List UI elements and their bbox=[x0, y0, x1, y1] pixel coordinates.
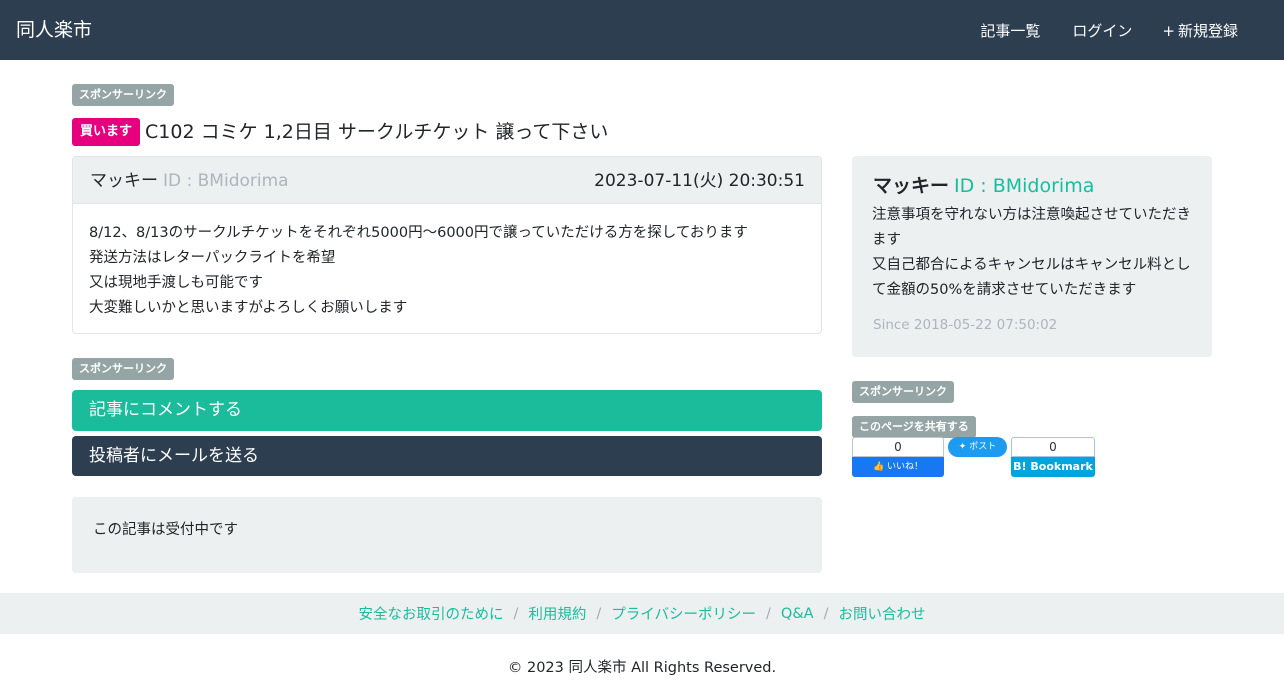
profile-header: マッキー ID : BMidorima bbox=[872, 172, 1192, 200]
post-title-row: 買います C102 コミケ 1,2日目 サークルチケット 譲って下さい bbox=[72, 118, 608, 146]
post-title: C102 コミケ 1,2日目 サークルチケット 譲って下さい bbox=[145, 121, 609, 143]
twitter-post-label: ポスト bbox=[969, 442, 997, 452]
profile-description-line: 又自己都合によるキャンセルはキャンセル料として金額の50%を請求させていただきま… bbox=[872, 257, 1191, 298]
nav-login-link[interactable]: ログイン bbox=[1070, 21, 1132, 41]
profile-id-link[interactable]: ID : BMidorima bbox=[954, 172, 1094, 200]
footer-link-privacy[interactable]: プライバシーポリシー bbox=[611, 603, 756, 624]
comment-button[interactable]: 記事にコメントする bbox=[72, 390, 822, 431]
twitter-bird-icon: ✦ bbox=[958, 442, 967, 452]
post-body: 8/12、8/13のサークルチケットをそれぞれ5000円〜6000円で譲っていた… bbox=[73, 204, 821, 333]
post-status-text: この記事は受付中です bbox=[93, 522, 238, 538]
share-label: このページを共有する bbox=[852, 416, 976, 438]
post-date-text: 2023-07-11(火) 20:30:51 bbox=[594, 171, 805, 191]
twitter-post-button[interactable]: ✦ ポスト bbox=[948, 437, 1007, 457]
profile-since-text: Since 2018-05-22 07:50:02 bbox=[873, 317, 1058, 333]
facebook-like-count: 0 bbox=[852, 437, 944, 457]
post-card-header: マッキー ID : BMidorima 2023-07-11(火) 20:30:… bbox=[73, 157, 821, 204]
footer-links: 安全なお取引のために / 利用規約 / プライバシーポリシー / Q&A / お… bbox=[0, 593, 1284, 634]
footer-link-terms[interactable]: 利用規約 bbox=[528, 603, 586, 624]
plus-icon: + bbox=[1162, 22, 1175, 40]
profile-description: 注意事項を守れない方は注意喚起させていただきます 又自己都合によるキャンセルはキャ… bbox=[872, 203, 1192, 303]
nav-articles-link[interactable]: 記事一覧 bbox=[978, 21, 1040, 41]
buy-badge: 買います bbox=[72, 118, 141, 146]
sponsor-badge-middle: スポンサーリンク bbox=[72, 358, 174, 380]
post-body-line: 又は現地手渡しも可能です bbox=[89, 275, 263, 291]
footer-separator: / bbox=[513, 605, 519, 622]
post-author-name: マッキー bbox=[90, 171, 158, 191]
footer-link-qa[interactable]: Q&A bbox=[781, 606, 814, 622]
send-mail-button[interactable]: 投稿者にメールを送る bbox=[72, 436, 822, 476]
sponsor-badge-right: スポンサーリンク bbox=[852, 381, 954, 403]
profile-panel: マッキー ID : BMidorima 注意事項を守れない方は注意喚起させていた… bbox=[852, 156, 1212, 357]
footer-link-safety[interactable]: 安全なお取引のために bbox=[359, 603, 504, 624]
thumbs-up-icon: 👍 bbox=[872, 462, 885, 472]
facebook-like-button[interactable]: 0 👍 いいね！ bbox=[852, 437, 944, 477]
hatena-bookmark-label: B! Bookmark bbox=[1011, 457, 1095, 477]
copyright: © 2023 同人楽市 All Rights Reserved. bbox=[507, 660, 777, 676]
footer-separator: / bbox=[596, 605, 602, 622]
profile-name[interactable]: マッキー bbox=[873, 172, 949, 200]
post-body-line: 大変難しいかと思いますがよろしくお願いします bbox=[89, 300, 408, 316]
hatena-bookmark-count: 0 bbox=[1011, 437, 1095, 457]
post-body-line: 発送方法はレターパックライトを希望 bbox=[89, 250, 336, 266]
footer-separator: / bbox=[823, 605, 829, 622]
post-date: 2023-07-11(火) 20:30:51 bbox=[593, 169, 805, 196]
share-buttons: 0 👍 いいね！ ✦ ポスト 0 B! Bookmark bbox=[852, 437, 1212, 477]
facebook-like-bar: 👍 いいね！ bbox=[852, 457, 944, 477]
profile-description-line: 注意事項を守れない方は注意喚起させていただきます bbox=[872, 207, 1191, 248]
post-author-id: ID : BMidorima bbox=[163, 171, 289, 191]
sponsor-badge-top: スポンサーリンク bbox=[72, 84, 174, 106]
nav-login-label: ログイン bbox=[1072, 22, 1133, 40]
post-author: マッキー ID : BMidorima bbox=[89, 169, 289, 193]
post-body-line: 8/12、8/13のサークルチケットをそれぞれ5000円〜6000円で譲っていた… bbox=[89, 225, 748, 241]
site-brand[interactable]: 同人楽市 bbox=[16, 17, 92, 43]
footer-link-contact[interactable]: お問い合わせ bbox=[838, 603, 925, 624]
nav-register-link[interactable]: + 新規登録 bbox=[1162, 21, 1238, 41]
footer-separator: / bbox=[766, 605, 771, 622]
facebook-like-label: いいね！ bbox=[887, 462, 924, 472]
nav-links: 記事一覧 ログイン + 新規登録 bbox=[948, 21, 1238, 41]
post-card: マッキー ID : BMidorima 2023-07-11(火) 20:30:… bbox=[72, 156, 822, 334]
hatena-bookmark-button[interactable]: 0 B! Bookmark bbox=[1011, 437, 1095, 477]
nav-register-label: 新規登録 bbox=[1177, 22, 1238, 40]
navbar: 同人楽市 記事一覧 ログイン + 新規登録 bbox=[0, 0, 1284, 60]
post-status-box: この記事は受付中です bbox=[72, 497, 822, 573]
profile-since: Since 2018-05-22 07:50:02 bbox=[872, 315, 1192, 337]
nav-articles-label: 記事一覧 bbox=[980, 22, 1041, 40]
